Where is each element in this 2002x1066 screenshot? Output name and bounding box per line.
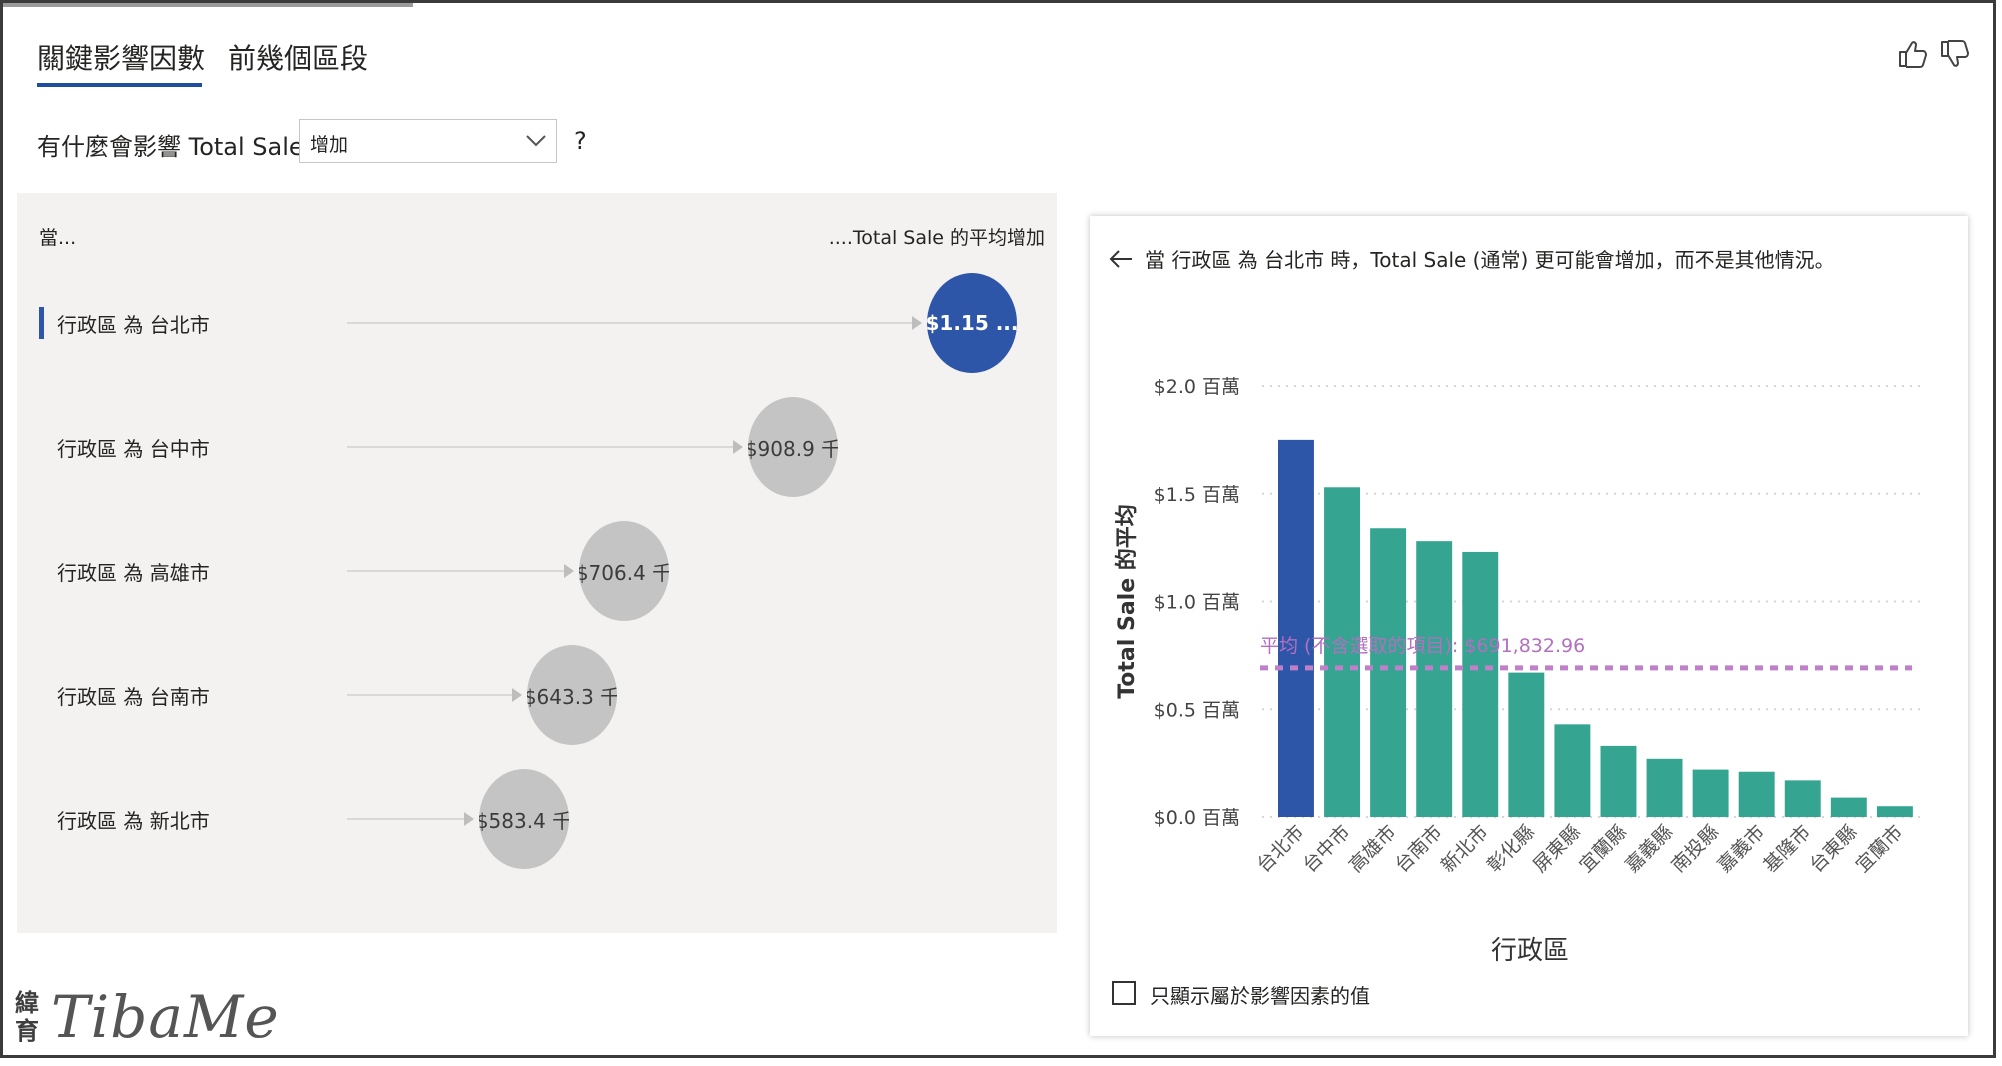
x-tick-label: 台南市 <box>1391 821 1447 877</box>
y-tick-label: $1.5 百萬 <box>1154 484 1240 506</box>
y-tick-label: $1.0 百萬 <box>1154 592 1240 614</box>
bar <box>1278 439 1314 817</box>
x-tick-label: 宜蘭市 <box>1852 821 1908 877</box>
y-tick-label: $0.5 百萬 <box>1154 699 1240 721</box>
influencer-row-line <box>347 446 735 448</box>
bar <box>1370 528 1407 817</box>
watermark-text: TibaMe <box>51 983 280 1051</box>
influencer-row-label[interactable]: 行政區 為 台北市 <box>57 309 210 338</box>
tab-key-influencers[interactable]: 關鍵影響因數 <box>37 37 205 77</box>
bar <box>1600 745 1637 817</box>
influencer-row-label[interactable]: 行政區 為 高雄市 <box>57 557 210 586</box>
tab-top-segments[interactable]: 前幾個區段 <box>228 37 368 77</box>
x-tick-label: 高雄市 <box>1345 821 1401 877</box>
visual-frame: 關鍵影響因數 前幾個區段 有什麼會影響 Total Sale 增加 ? 當...… <box>0 0 1996 1058</box>
chevron-down-icon <box>526 135 546 147</box>
y-axis-title: Total Sale 的平均 <box>1114 504 1140 699</box>
watermark-cjk: 緯育 <box>15 989 39 1045</box>
x-tick-label: 嘉義縣 <box>1621 821 1677 877</box>
detail-headline: 當 行政區 為 台北市 時，Total Sale (通常) 更可能會增加，而不是… <box>1145 248 1835 272</box>
top-border-accent <box>3 3 413 7</box>
influencer-value-bubble[interactable]: $1.15 ... <box>927 273 1017 373</box>
x-axis-title: 行政區 <box>1491 936 1569 966</box>
bar <box>1462 551 1499 817</box>
dropdown-selected-value: 增加 <box>310 134 349 156</box>
influencer-row-line <box>347 322 914 324</box>
influencer-row-label[interactable]: 行政區 為 台中市 <box>57 433 210 462</box>
thumbs-up-icon[interactable] <box>1896 37 1930 71</box>
bar-chart: $0.0 百萬 $0.5 百萬 $1.0 百萬 $1.5 百萬 $2.0 百萬台北市台中… <box>1114 376 1920 966</box>
only-influencer-values-label: 只顯示屬於影響因素的值 <box>1150 984 1370 1008</box>
column-header-when: 當... <box>39 227 77 249</box>
influencer-value-bubble[interactable]: $908.9 千 <box>748 397 838 497</box>
bar <box>1508 672 1545 817</box>
question-mark: ? <box>574 127 587 155</box>
x-tick-label: 台北市 <box>1253 821 1309 877</box>
influencer-value-bubble[interactable]: $643.3 千 <box>527 645 617 745</box>
row-arrow-icon <box>564 564 574 578</box>
influencer-value-bubble[interactable]: $583.4 千 <box>479 769 569 869</box>
influencer-value-bubble[interactable]: $706.4 千 <box>579 521 669 621</box>
direction-dropdown[interactable]: 增加 <box>299 119 557 163</box>
x-tick-label: 新北市 <box>1437 821 1493 877</box>
reference-line-label: 平均 (不含選取的項目): $691,832.96 <box>1260 635 1585 657</box>
x-tick-label: 基隆市 <box>1759 821 1815 877</box>
influencer-row-line <box>347 818 466 820</box>
influencer-row-label[interactable]: 行政區 為 新北市 <box>57 805 210 834</box>
influencer-row-line <box>347 570 566 572</box>
influencer-row-line <box>347 694 514 696</box>
row-arrow-icon <box>464 812 474 826</box>
bar <box>1784 780 1821 817</box>
x-tick-label: 宜蘭縣 <box>1575 821 1631 877</box>
x-tick-label: 嘉義市 <box>1713 821 1769 877</box>
bar <box>1876 806 1913 817</box>
thumbs-down-icon[interactable] <box>1938 37 1972 71</box>
x-tick-label: 南投縣 <box>1667 821 1723 877</box>
bar <box>1416 541 1453 817</box>
detail-card: 當 行政區 為 台北市 時，Total Sale (通常) 更可能會增加，而不是… <box>1090 216 1968 1036</box>
x-tick-label: 台東縣 <box>1805 821 1861 877</box>
bar <box>1830 797 1867 817</box>
row-arrow-icon <box>912 316 922 330</box>
row-arrow-icon <box>512 688 522 702</box>
bar <box>1554 724 1591 817</box>
bar <box>1646 758 1683 817</box>
selected-row-marker <box>39 307 44 339</box>
x-tick-label: 台中市 <box>1299 821 1355 877</box>
question-label: 有什麼會影響 Total Sale <box>37 133 304 161</box>
checkbox-icon[interactable] <box>1112 981 1136 1005</box>
back-arrow-icon[interactable] <box>1108 248 1134 270</box>
bar <box>1738 771 1775 817</box>
active-tab-underline <box>37 83 202 87</box>
influencers-list-panel: 當... ....Total Sale 的平均增加 行政區 為 台北市 $1.15… <box>17 193 1057 933</box>
y-tick-label: $2.0 百萬 <box>1154 376 1240 398</box>
influencer-row-label[interactable]: 行政區 為 台南市 <box>57 681 210 710</box>
y-tick-label: $0.0 百萬 <box>1154 807 1240 829</box>
row-arrow-icon <box>733 440 743 454</box>
bar <box>1692 769 1729 817</box>
column-header-average: ....Total Sale 的平均增加 <box>828 227 1045 249</box>
x-tick-label: 彰化縣 <box>1483 821 1539 877</box>
x-tick-label: 屏東縣 <box>1529 821 1585 877</box>
